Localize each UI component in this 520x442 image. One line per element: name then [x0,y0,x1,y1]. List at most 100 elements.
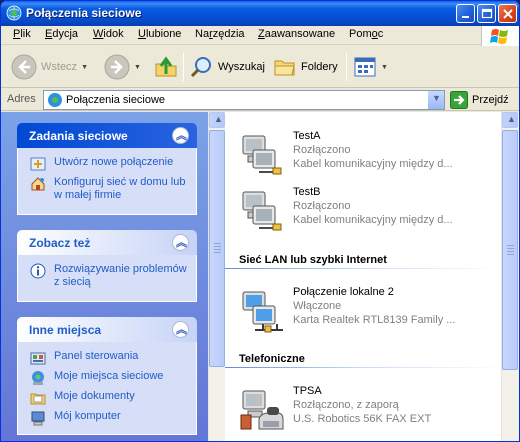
panel-title: Zadania sieciowe [29,129,128,143]
panel-see-also: Zobacz też ︽ Rozwiązywanie problemów z s… [17,230,197,302]
connection-device: Kabel komunikacyjny między d... [293,214,453,226]
chevron-down-icon: ▼ [432,93,441,103]
panel-header-other-places[interactable]: Inne miejsca ︽ [17,317,197,342]
connection-item-lan[interactable]: Połączenie lokalne 2 Włączone Karta Real… [239,284,509,334]
chevron-up-icon: ︽ [176,130,187,142]
back-arrow-icon [11,54,37,80]
collapse-button[interactable]: ︽ [172,234,189,251]
scroll-up-button[interactable]: ▲ [502,112,518,128]
windows-logo [481,26,519,48]
scroll-up-button[interactable]: ▲ [209,112,225,128]
close-button[interactable] [498,4,517,23]
scroll-thumb[interactable] [502,130,518,370]
my-computer-icon [31,411,45,426]
panel-header-network-tasks[interactable]: Zadania sieciowe ︽ [17,123,197,148]
cable-connection-icon [242,191,282,231]
minimize-icon [462,16,469,18]
documents-folder-icon [30,393,46,405]
connection-status: Włączone [293,300,342,312]
forward-dropdown-icon[interactable]: ▼ [134,64,141,71]
panel-header-see-also[interactable]: Zobacz też ︽ [17,230,197,255]
connection-device: Karta Realtek RTL8139 Family ... [293,314,456,326]
connection-device: U.S. Robotics 56K FAX EXT [293,413,432,425]
connection-item-tpsa[interactable]: TPSA Rozłączono, z zaporą U.S. Robotics … [239,383,509,433]
maximize-button[interactable] [477,4,496,23]
panel-title: Inne miejsca [29,323,102,337]
folders-label: Foldery [301,61,338,73]
menu-file[interactable]: Plik [13,28,31,40]
task-troubleshoot[interactable]: Rozwiązywanie problemów z siecią [30,263,188,289]
back-label: Wstecz [41,61,78,73]
up-button[interactable] [153,51,179,83]
window-title: Połączenia sieciowe [26,6,142,20]
network-places-icon [32,371,44,385]
lan-connection-icon [242,291,283,333]
menu-edit[interactable]: Edycja [45,28,78,40]
chevron-up-icon: ︽ [176,237,187,249]
connection-status: Rozłączono [293,200,351,212]
back-button[interactable]: Wstecz ▼ [11,51,88,83]
search-button[interactable]: Wyszukaj [190,51,265,83]
address-dropdown-button[interactable]: ▼ [427,91,444,109]
connection-name: Połączenie lokalne 2 [293,286,394,298]
collapse-button[interactable]: ︽ [172,127,189,144]
connection-item-testa[interactable]: TestA Rozłączono Kabel komunikacyjny mię… [239,128,509,178]
task-network-places[interactable]: Moje miejsca sieciowe [30,370,188,386]
connection-item-testb[interactable]: TestB Rozłączono Kabel komunikacyjny mię… [239,184,509,234]
address-label: Adres [7,93,36,105]
address-value: Połączenia sieciowe [66,94,166,106]
taskpane-scrollbar[interactable]: ▲ [208,112,225,441]
menu-advanced[interactable]: Zaawansowane [258,28,335,40]
forward-button[interactable]: ▼ [104,51,141,83]
close-icon [503,9,513,19]
go-arrow-icon [450,91,468,109]
panel-body: Rozwiązywanie problemów z siecią [17,255,197,302]
task-pane: Zadania sieciowe ︽ Utwórz nowe połączeni… [1,112,222,441]
panel-body: Panel sterowania Moje miejsca sieciowe M… [17,342,197,435]
menu-tools[interactable]: Narzędzia [195,28,245,40]
address-input[interactable]: Połączenia sieciowe ▼ [43,90,445,110]
back-dropdown-icon[interactable]: ▼ [81,64,88,71]
task-home-network[interactable]: Konfiguruj sieć w domu lub w małej firmi… [30,176,188,202]
go-button[interactable]: Przejdź [450,91,509,109]
maximize-icon [481,8,493,19]
folders-button[interactable]: Foldery [273,51,338,83]
menu-view[interactable]: Widok [93,28,124,40]
scroll-thumb[interactable] [209,130,225,367]
task-my-documents[interactable]: Moje dokumenty [30,390,188,406]
task-new-connection[interactable]: Utwórz nowe połączenie [30,156,188,172]
connection-name: TestB [293,186,321,198]
info-icon [30,263,46,279]
folders-icon [274,60,295,76]
title-bar[interactable]: Połączenia sieciowe [1,1,519,26]
forward-arrow-icon [104,54,130,80]
chevron-up-icon: ︽ [176,324,187,336]
toolbar: Wstecz ▼ ▼ Wyszukaj Foldery ▼ [1,46,519,88]
windows-flag-icon [490,29,508,44]
cable-connection-icon [242,135,282,175]
panel-body: Utwórz nowe połączenie Konfiguruj sieć w… [17,148,197,215]
content-scrollbar[interactable]: ▲ [501,112,519,441]
go-label: Przejdź [472,94,509,106]
menu-bar: Plik Edycja Widok Ulubione Narzędzia Zaa… [1,26,519,48]
group-divider [225,268,505,269]
minimize-button[interactable] [456,4,475,23]
menu-favorites[interactable]: Ulubione [138,28,181,40]
control-panel-icon [30,352,46,365]
task-control-panel[interactable]: Panel sterowania [30,350,188,366]
views-dropdown-icon[interactable]: ▼ [381,64,388,71]
connection-name: TestA [293,130,321,142]
group-header-lan: Sieć LAN lub szybki Internet [239,254,387,266]
network-connections-small-icon [48,93,62,107]
connection-name: TPSA [293,385,322,397]
folder-up-icon [155,56,177,77]
connection-status: Rozłączono, z zaporą [293,399,399,411]
search-icon [190,57,211,78]
menu-help[interactable]: Pomoc [349,28,383,40]
views-button[interactable]: ▼ [353,51,388,83]
panel-other-places: Inne miejsca ︽ Panel sterowania Moje mie… [17,317,197,435]
group-divider [225,367,505,368]
task-my-computer[interactable]: Mój komputer [30,410,188,426]
panel-title: Zobacz też [29,236,91,250]
collapse-button[interactable]: ︽ [172,321,189,338]
